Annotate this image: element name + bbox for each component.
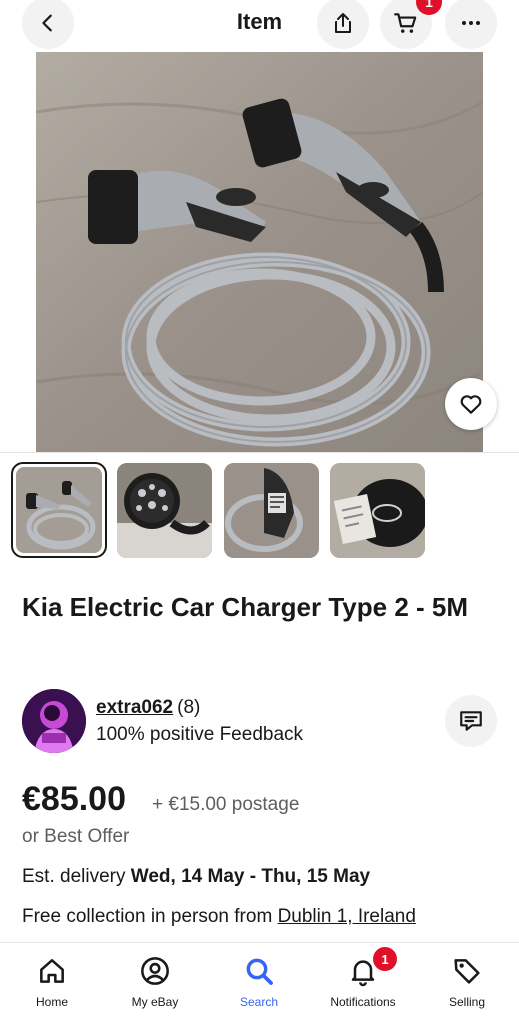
more-icon <box>462 21 480 25</box>
message-seller-button[interactable] <box>445 695 497 747</box>
thumbnail-1[interactable] <box>11 462 107 558</box>
seller-name-link[interactable]: extra062 <box>96 697 173 718</box>
nav-my-ebay-label: My eBay <box>131 995 179 1009</box>
collection-label: Free collection in person from <box>22 906 278 927</box>
main-product-image[interactable] <box>36 52 483 452</box>
delivery-dates: Wed, 14 May - Thu, 15 May <box>130 866 371 887</box>
seller-avatar[interactable] <box>22 689 86 753</box>
collection-info: Free collection in person from Dublin 1,… <box>22 906 416 928</box>
estimated-delivery: Est. delivery Wed, 14 May - Thu, 15 May <box>22 866 370 888</box>
nav-selling[interactable]: Selling <box>417 953 517 1009</box>
nav-search-label: Search <box>239 995 279 1009</box>
nav-search[interactable]: Search <box>209 953 309 1009</box>
bottom-navigation: Home My eBay Search 1 Notifications Sell… <box>0 942 519 1024</box>
nav-home[interactable]: Home <box>2 953 102 1009</box>
thumbnail-2[interactable] <box>117 463 212 558</box>
thumbnail-3-image <box>224 463 319 558</box>
favorite-button[interactable] <box>445 378 497 430</box>
notifications-badge: 1 <box>373 947 397 971</box>
postage-cost: + €15.00 postage <box>152 794 300 815</box>
thumbnail-2-image <box>117 463 212 558</box>
home-icon <box>40 959 64 983</box>
seller-info: extra062 (8) <box>96 697 200 719</box>
thumbnail-3[interactable] <box>224 463 319 558</box>
nav-my-ebay[interactable]: My eBay <box>105 953 205 1009</box>
nav-home-label: Home <box>35 995 68 1009</box>
divider <box>0 452 519 453</box>
thumbnail-4[interactable] <box>330 463 425 558</box>
item-price: €85.00 <box>22 780 126 818</box>
search-icon <box>246 958 273 985</box>
cart-icon <box>394 13 417 33</box>
seller-avatar-image <box>22 689 86 753</box>
listing-title: Kia Electric Car Charger Type 2 - 5M <box>22 592 469 622</box>
thumbnail-4-image <box>330 463 425 558</box>
page-title: Item <box>236 9 283 34</box>
product-photo <box>36 52 483 452</box>
nav-selling-label: Selling <box>448 995 486 1009</box>
top-bar: Item 1 <box>0 0 519 50</box>
share-icon <box>335 13 351 33</box>
nav-notifications-label: Notifications <box>330 995 396 1009</box>
message-icon <box>460 711 482 731</box>
seller-feedback-count: (8) <box>177 697 201 718</box>
more-options-button[interactable] <box>445 0 497 49</box>
tag-icon <box>454 959 480 984</box>
collection-location-link[interactable]: Dublin 1, Ireland <box>278 906 416 927</box>
share-button[interactable] <box>317 0 369 49</box>
thumbnail-1-image <box>16 467 102 553</box>
best-offer-text: or Best Offer <box>22 826 130 847</box>
user-icon <box>141 957 169 985</box>
seller-feedback-text: 100% positive Feedback <box>96 724 304 745</box>
delivery-label: Est. delivery <box>22 866 131 887</box>
cart-button[interactable]: 1 <box>380 0 442 49</box>
nav-notifications[interactable]: 1 Notifications <box>313 947 413 1009</box>
heart-icon <box>460 395 482 414</box>
